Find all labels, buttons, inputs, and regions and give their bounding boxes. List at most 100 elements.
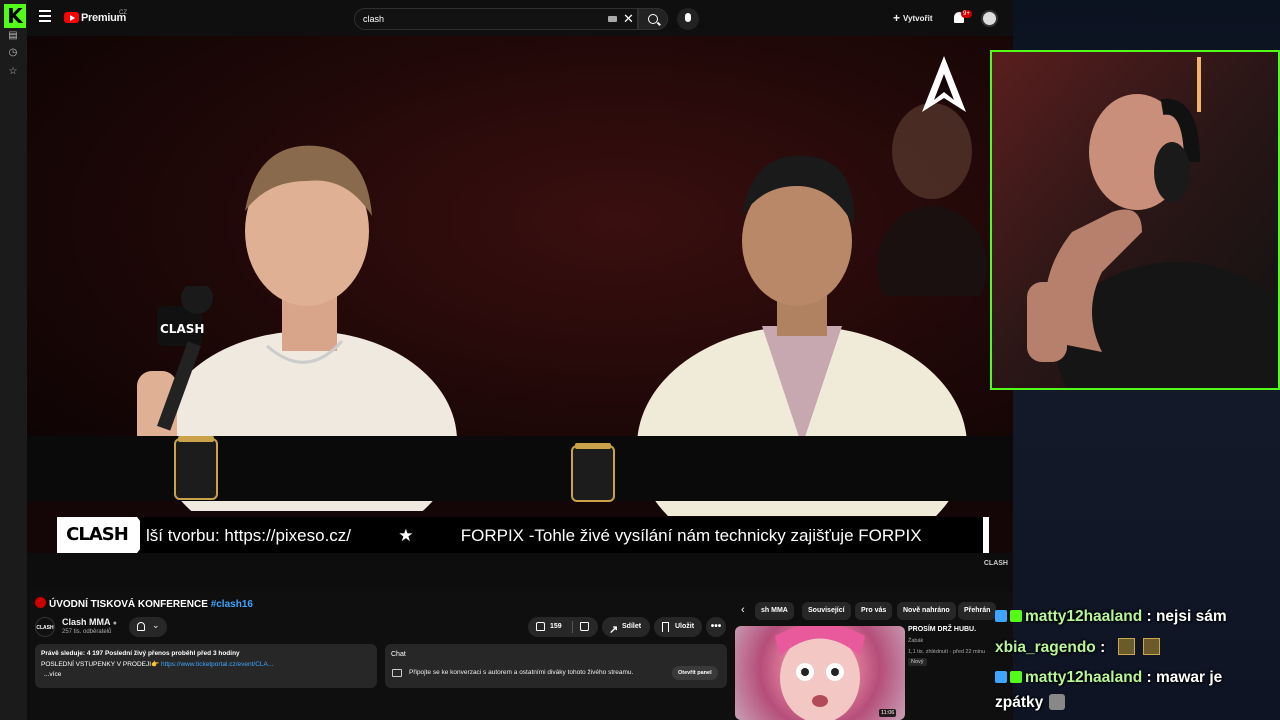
chat-username[interactable]: xbia_ragendo — [995, 639, 1096, 656]
open-panel-button[interactable]: Otevřít panel — [672, 666, 718, 680]
chyron-text: lší tvorbu: https://pixeso.cz/ ★ FORPIX … — [146, 526, 922, 545]
description-stats: Právě sleduje: 4 197 Poslední živý přeno… — [41, 650, 240, 657]
thumbs-up-icon — [536, 622, 545, 631]
divider — [572, 621, 573, 633]
chip-related[interactable]: Související — [802, 602, 851, 620]
chip-clash-mma[interactable]: sh MMA — [755, 602, 794, 620]
chat-text: : nejsi sám — [1142, 608, 1227, 625]
recommended-video-title[interactable]: PROSÍM DRŽ HUBU. — [908, 626, 976, 633]
channel-name-text: Clash MMA — [62, 617, 111, 627]
notification-badge: 9+ — [961, 10, 972, 18]
streamer-webcam — [990, 50, 1280, 390]
bookmark-icon — [662, 622, 669, 632]
description-box[interactable]: Právě sleduje: 4 197 Poslední živý přeno… — [35, 644, 377, 688]
chat-text: zpátky — [995, 694, 1044, 711]
menu-icon[interactable] — [39, 10, 51, 22]
channel-avatar[interactable]: CLASH — [35, 617, 55, 637]
verified-icon: ● — [112, 620, 117, 627]
background-person — [877, 103, 987, 296]
like-count: 159 — [550, 623, 562, 630]
live-chat-box: Chat Připojte se ke konverzaci s autorem… — [385, 644, 727, 688]
recommended-video-meta: 1,1 tis. zhlédnutí · před 22 minu — [908, 649, 986, 655]
chip-for-you[interactable]: Pro vás — [855, 602, 893, 620]
thumbs-down-icon[interactable] — [580, 622, 589, 631]
bell-icon — [137, 622, 145, 631]
list-icon[interactable]: ▤ — [7, 30, 19, 42]
chyron-logo: CLASH — [57, 517, 151, 553]
emote-icon — [1049, 694, 1066, 710]
video-title-text: ÚVODNÍ TISKOVÁ KONFERENCE — [49, 599, 211, 610]
plus-icon: + — [893, 11, 901, 25]
chat-message: matty12haaland : mawar je — [995, 669, 1222, 687]
subscriber-count: 257 tis. odběratelů — [62, 629, 112, 635]
share-icon: ↗ — [609, 624, 619, 636]
live-indicator-icon — [35, 597, 46, 608]
thumbnail-face — [775, 626, 865, 720]
clock-icon[interactable]: ◷ — [7, 47, 19, 59]
chat-text: : mawar je — [1142, 669, 1223, 686]
keyboard-icon[interactable] — [608, 16, 617, 22]
badge-icon — [995, 610, 1007, 622]
like-button[interactable]: 159 — [528, 617, 598, 637]
video-title: ÚVODNÍ TISKOVÁ KONFERENCE #clash16 — [35, 597, 253, 610]
chyron-ticker: lší tvorbu: https://pixeso.cz/ ★ FORPIX … — [140, 517, 983, 553]
voice-search-button[interactable] — [677, 8, 699, 30]
search-icon — [648, 14, 658, 24]
chip-recently-uploaded[interactable]: Nově nahráno — [897, 602, 956, 620]
share-button[interactable]: ↗ Sdílet — [602, 617, 650, 637]
chat-message: xbia_ragendo : — [995, 638, 1160, 657]
subscriber-badge-icon — [1010, 610, 1022, 622]
badge-icon — [995, 671, 1007, 683]
recommended-video-thumbnail[interactable] — [735, 626, 905, 720]
chip-watched[interactable]: Přehrán — [958, 602, 997, 620]
subscriber-badge-icon — [1010, 671, 1022, 683]
drink-can-right — [571, 443, 615, 502]
star-icon[interactable]: ☆ — [7, 66, 19, 78]
chyron-end-cap — [983, 517, 989, 553]
chevron-left-icon[interactable]: ‹ — [741, 604, 745, 616]
ticket-link[interactable]: https://www.ticketportal.cz/event/CLA... — [161, 661, 273, 668]
create-button[interactable]: + Vytvořit — [893, 11, 933, 25]
player-letterbox — [27, 553, 1013, 591]
microphone-icon — [685, 13, 691, 22]
oktagon-logo-icon — [922, 56, 966, 112]
chat-message: matty12haaland : nejsi sám — [995, 608, 1227, 626]
search-button[interactable] — [638, 8, 668, 30]
kick-logo: K — [4, 4, 26, 28]
channel-watermark[interactable]: CLASH — [984, 560, 1008, 567]
show-more-link[interactable]: ...více — [41, 670, 371, 681]
chat-description: Připojte se ke konverzaci s autorem a os… — [409, 669, 634, 676]
video-duration: 11:06 — [879, 709, 897, 717]
chat-username[interactable]: matty12haaland — [1025, 669, 1142, 686]
recommended-channel-name[interactable]: Žabák — [908, 638, 923, 644]
emote-icon — [1142, 638, 1160, 655]
chat-text: : — [1095, 639, 1110, 656]
chat-title: Chat — [391, 651, 406, 658]
description-text: POSLEDNÍ VSTUPENKY V PRODEJI👉 — [41, 660, 161, 668]
svg-text:CLASH: CLASH — [160, 322, 204, 336]
chat-username[interactable]: matty12haaland — [1025, 608, 1142, 625]
chevron-down-icon: ⌄ — [152, 620, 160, 630]
save-label: Uložit — [675, 623, 695, 630]
hashtag-link[interactable]: #clash16 — [211, 599, 253, 610]
chat-bubble-icon — [392, 669, 402, 677]
subscription-bell-button[interactable]: ⌄ — [129, 617, 167, 637]
drink-can-left — [174, 436, 218, 500]
emote-icon — [1117, 638, 1135, 655]
search-input[interactable]: clash ✕ — [354, 8, 638, 30]
close-icon[interactable]: ✕ — [623, 11, 634, 27]
avatar[interactable] — [981, 10, 998, 27]
youtube-logo-icon[interactable] — [64, 12, 79, 23]
video-player[interactable]: CLASH CLASH lší tvorbu: https://pixeso.c… — [27, 36, 1013, 591]
description-line: POSLEDNÍ VSTUPENKY V PRODEJI👉 https://ww… — [41, 660, 371, 671]
create-button-label: Vytvořit — [903, 14, 933, 23]
youtube-topbar: Premium CZ clash ✕ + Vytvořit 9+ — [27, 0, 1013, 36]
share-label: Sdílet — [622, 623, 642, 630]
browser-side-strip: K ▤ ◷ ☆ — [0, 0, 27, 720]
search-input-value: clash — [363, 14, 385, 24]
save-button[interactable]: Uložit — [654, 617, 702, 637]
streamer-figure — [992, 52, 1278, 388]
new-badge: Nový — [908, 658, 927, 666]
more-actions-button[interactable]: ••• — [706, 617, 726, 637]
channel-name[interactable]: Clash MMA ● — [62, 617, 117, 627]
